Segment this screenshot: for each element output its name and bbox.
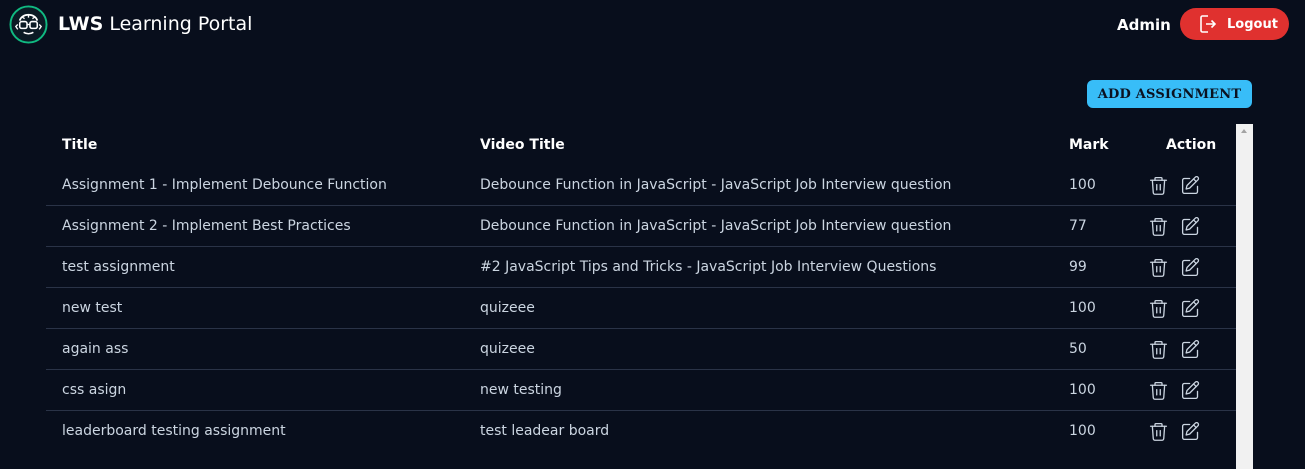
assignment-title: Assignment 1 - Implement Debounce Functi… [62, 177, 387, 193]
logout-icon [1200, 15, 1217, 33]
table-row: css asign new testing 100 [46, 370, 1251, 411]
row-actions [1144, 288, 1251, 329]
assignment-mark: 99 [1069, 259, 1087, 275]
edit-icon[interactable] [1180, 380, 1201, 401]
assignment-mark: 50 [1069, 341, 1087, 357]
edit-icon[interactable] [1180, 298, 1201, 319]
video-title: new testing [480, 382, 562, 398]
trash-icon[interactable] [1148, 257, 1169, 278]
video-title: quizeee [480, 341, 535, 357]
logout-button[interactable]: Logout [1180, 8, 1289, 40]
trash-icon[interactable] [1148, 380, 1169, 401]
brand-title: LWS Learning Portal [58, 12, 252, 36]
video-title: test leadear board [480, 423, 610, 439]
row-actions [1144, 165, 1251, 206]
edit-icon[interactable] [1180, 339, 1201, 360]
assignment-title: new test [62, 300, 123, 316]
assignments-table: Title Video Title Mark Action Assignment… [46, 124, 1251, 451]
logo-icon[interactable] [9, 5, 48, 44]
assignment-title: test assignment [62, 259, 175, 275]
row-actions [1144, 247, 1251, 288]
table-row: Assignment 1 - Implement Debounce Functi… [46, 165, 1251, 206]
edit-icon[interactable] [1180, 216, 1201, 237]
assignment-title: leaderboard testing assignment [62, 423, 286, 439]
assignment-mark: 100 [1069, 382, 1096, 398]
vertical-scrollbar[interactable] [1236, 124, 1253, 469]
table-header-row: Title Video Title Mark Action [46, 124, 1251, 165]
table-row: new test quizeee 100 [46, 288, 1251, 329]
assignment-mark: 77 [1069, 218, 1087, 234]
video-title: Debounce Function in JavaScript - JavaSc… [480, 177, 952, 193]
row-actions [1144, 370, 1251, 411]
table-row: Assignment 2 - Implement Best Practices D… [46, 206, 1251, 247]
scroll-up-arrow-icon[interactable] [1241, 129, 1247, 133]
assignment-mark: 100 [1069, 423, 1096, 439]
assignment-mark: 100 [1069, 300, 1096, 316]
row-actions [1144, 411, 1251, 452]
logout-label: Logout [1227, 16, 1278, 32]
assignment-title: Assignment 2 - Implement Best Practices [62, 218, 351, 234]
trash-icon[interactable] [1148, 298, 1169, 319]
row-actions [1144, 206, 1251, 247]
column-header-mark: Mark [1069, 136, 1109, 153]
trash-icon[interactable] [1148, 175, 1169, 196]
trash-icon[interactable] [1148, 216, 1169, 237]
brand-title-bold: LWS [58, 13, 104, 35]
assignment-title: again ass [62, 341, 129, 357]
edit-icon[interactable] [1180, 257, 1201, 278]
add-assignment-button[interactable]: ADD ASSIGNMENT [1087, 80, 1252, 108]
column-header-video-title: Video Title [480, 136, 565, 153]
assignments-table-container[interactable]: Title Video Title Mark Action Assignment… [46, 124, 1251, 469]
assignment-mark: 100 [1069, 177, 1096, 193]
table-row: test assignment #2 JavaScript Tips and Tr… [46, 247, 1251, 288]
trash-icon[interactable] [1148, 339, 1169, 360]
edit-icon[interactable] [1180, 421, 1201, 442]
video-title: #2 JavaScript Tips and Tricks - JavaScri… [480, 259, 937, 275]
video-title: quizeee [480, 300, 535, 316]
column-header-action: Action [1166, 136, 1217, 153]
table-row: again ass quizeee 50 [46, 329, 1251, 370]
assignment-title: css asign [62, 382, 127, 398]
user-name: Admin [1117, 16, 1171, 34]
video-title: Debounce Function in JavaScript - JavaSc… [480, 218, 952, 234]
table-row: leaderboard testing assignment test leade… [46, 411, 1251, 452]
brand-title-rest: Learning Portal [103, 13, 253, 35]
navbar: LWS Learning Portal Admin Logout [0, 0, 1305, 50]
row-actions [1144, 329, 1251, 370]
trash-icon[interactable] [1148, 421, 1169, 442]
column-header-title: Title [62, 136, 98, 153]
edit-icon[interactable] [1180, 175, 1201, 196]
